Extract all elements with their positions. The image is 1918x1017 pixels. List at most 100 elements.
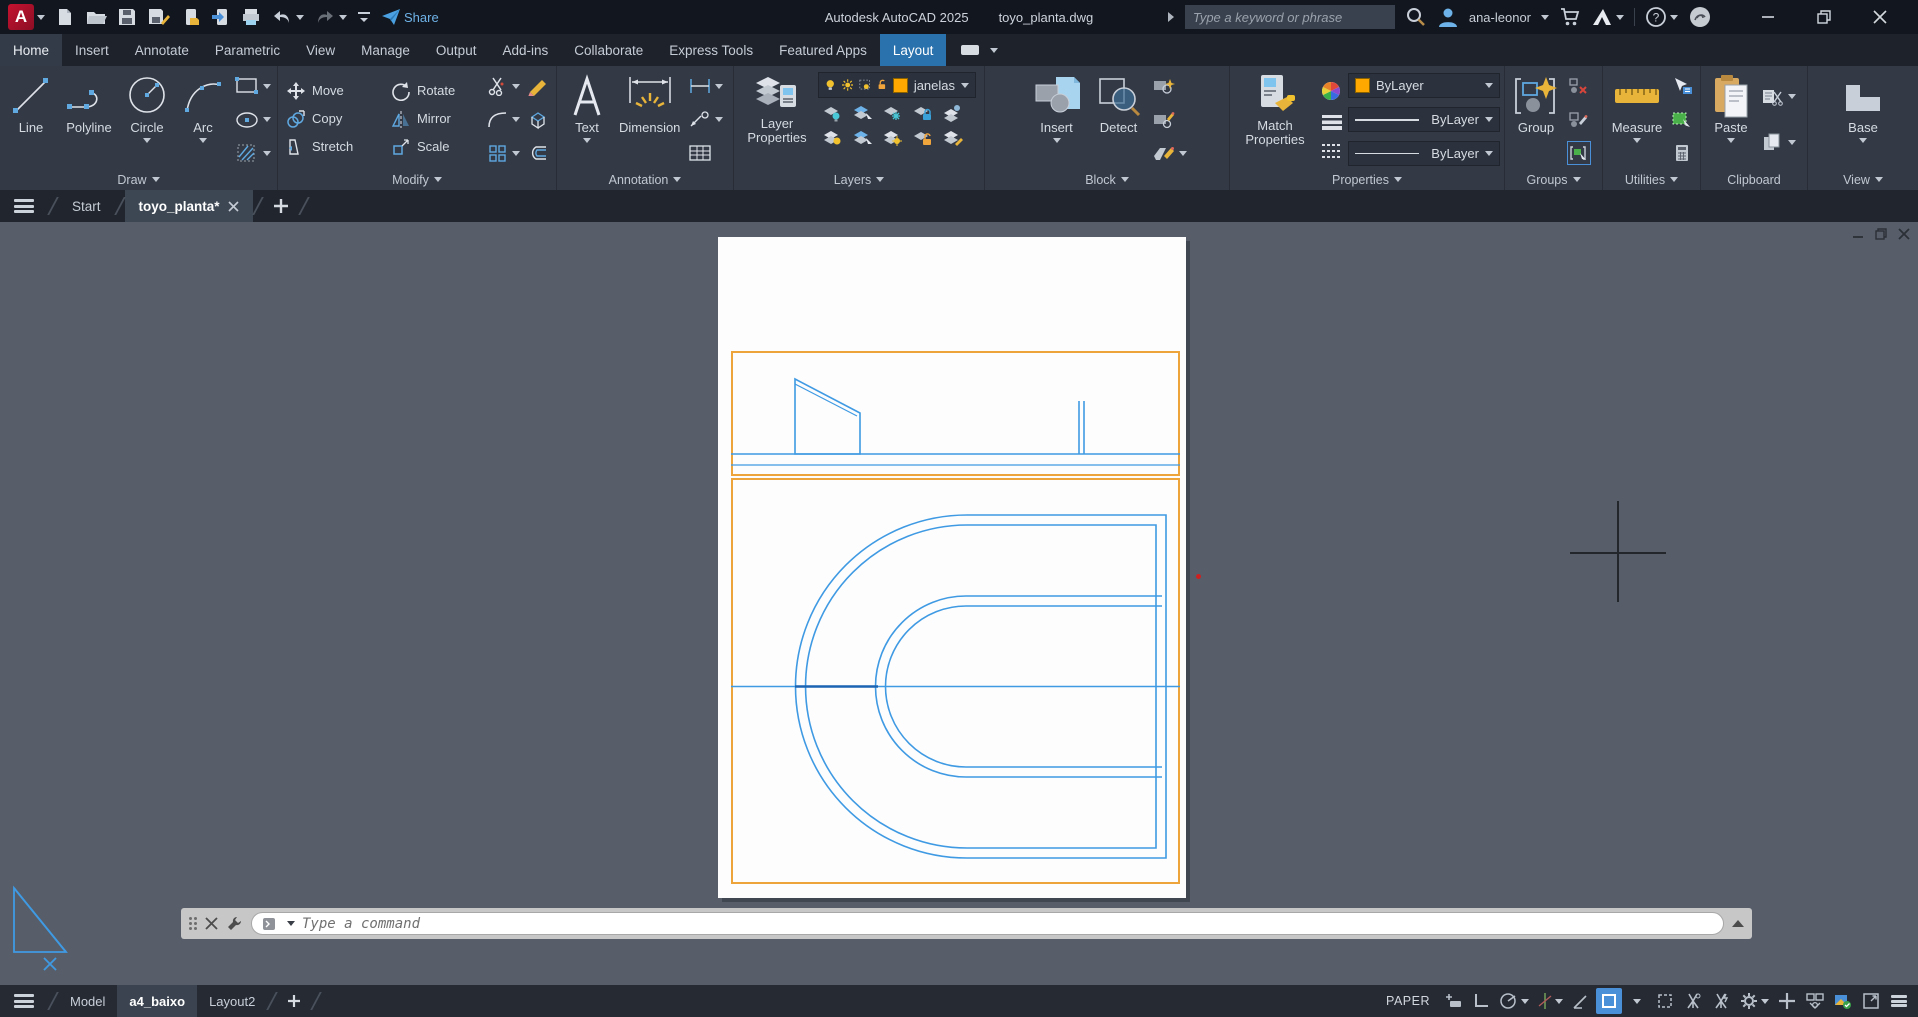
select-similar-button[interactable] <box>1671 108 1693 132</box>
chevron-down-icon[interactable] <box>1541 15 1549 20</box>
app-menu-button[interactable]: A <box>8 4 45 30</box>
model-tab[interactable]: Model <box>58 985 117 1017</box>
restore-button[interactable] <box>1796 0 1852 34</box>
tab-output[interactable]: Output <box>423 34 490 66</box>
explode-button[interactable] <box>526 108 550 132</box>
annotation-visibility-toggle[interactable] <box>1680 988 1706 1014</box>
layer-freeze-button[interactable] <box>882 104 904 122</box>
layer-unlock-button[interactable] <box>912 129 934 147</box>
doc-close-button[interactable] <box>1897 228 1910 240</box>
ortho-mode-toggle[interactable] <box>1468 988 1494 1014</box>
rectangle-button[interactable] <box>234 74 271 98</box>
ungroup-button[interactable] <box>1567 74 1591 98</box>
search-icon[interactable] <box>1405 6 1427 28</box>
open-file-button[interactable] <box>85 7 107 27</box>
drawing-canvas[interactable]: Type a command <box>0 222 1918 985</box>
panel-label-block[interactable]: Block <box>985 169 1229 190</box>
leader-button[interactable] <box>688 108 723 132</box>
detect-button[interactable]: Detect <box>1090 70 1148 169</box>
isolate-objects-button[interactable] <box>1802 988 1828 1014</box>
array-button[interactable] <box>487 141 520 165</box>
layer-match-layer-button[interactable] <box>942 129 964 147</box>
layer-make-current-button[interactable] <box>852 104 874 122</box>
object-snap-tracking-toggle[interactable] <box>1568 988 1594 1014</box>
clean-screen-button[interactable] <box>1858 988 1884 1014</box>
arc-button[interactable]: Arc <box>176 70 230 169</box>
layer-isolate-button[interactable] <box>852 129 874 147</box>
lineweight-icon[interactable] <box>1320 114 1344 130</box>
cart-icon[interactable] <box>1559 7 1581 27</box>
new-drawing-tab-button[interactable] <box>263 198 299 214</box>
tab-parametric[interactable]: Parametric <box>202 34 293 66</box>
copy-clip-button[interactable] <box>1761 130 1796 154</box>
doc-minimize-button[interactable] <box>1851 228 1864 240</box>
workspace-switching-button[interactable] <box>1774 988 1800 1014</box>
doc-restore-button[interactable] <box>1874 228 1887 240</box>
panel-label-clipboard[interactable]: Clipboard <box>1701 169 1807 190</box>
tab-manage[interactable]: Manage <box>348 34 423 66</box>
save-as-button[interactable] <box>147 7 171 27</box>
quick-select-button[interactable] <box>1671 74 1693 98</box>
polyline-button[interactable]: Polyline <box>60 70 118 169</box>
object-snap-flyout[interactable] <box>1624 988 1650 1014</box>
new-layout-button[interactable] <box>277 994 311 1008</box>
customization-button[interactable] <box>1886 988 1912 1014</box>
tab-insert[interactable]: Insert <box>62 34 122 66</box>
new-file-button[interactable] <box>55 7 75 27</box>
color-wheel-icon[interactable] <box>1320 80 1344 102</box>
base-button[interactable]: Base <box>1836 70 1890 169</box>
lineweight-combo[interactable]: ByLayer <box>1348 107 1500 132</box>
fillet-button[interactable] <box>487 108 520 132</box>
move-button[interactable]: Move <box>282 78 381 104</box>
linear-dimension-button[interactable] <box>688 74 723 98</box>
hatch-button[interactable] <box>234 141 271 165</box>
tab-add-ins[interactable]: Add-ins <box>489 34 561 66</box>
tab-home[interactable]: Home <box>0 34 62 66</box>
annotation-scale-button[interactable] <box>1736 988 1772 1014</box>
group-edit-button[interactable] <box>1567 108 1591 132</box>
layer-thaw-button[interactable] <box>882 129 904 147</box>
panel-label-modify[interactable]: Modify <box>278 169 556 190</box>
trim-button[interactable] <box>487 74 520 98</box>
isodraft-toggle[interactable] <box>1534 988 1566 1014</box>
panel-label-properties[interactable]: Properties <box>1230 169 1504 190</box>
save-to-mobile-button[interactable] <box>211 7 231 27</box>
insert-button[interactable]: Insert <box>1026 70 1088 169</box>
tab-featured-apps[interactable]: Featured Apps <box>766 34 880 66</box>
quick-calculator-button[interactable] <box>1671 141 1693 165</box>
undo-button[interactable] <box>271 8 304 26</box>
panel-label-utilities[interactable]: Utilities <box>1603 169 1700 190</box>
object-snap-toggle[interactable] <box>1596 988 1622 1014</box>
file-tabs-menu-button[interactable] <box>0 199 48 213</box>
tab-collaborate[interactable]: Collaborate <box>561 34 656 66</box>
layer-lock-button[interactable] <box>912 104 934 122</box>
edit-attributes-button[interactable] <box>1152 141 1187 165</box>
text-button[interactable]: Text <box>561 70 613 169</box>
ribbon-display-options-button[interactable] <box>960 34 998 66</box>
save-button[interactable] <box>117 7 137 27</box>
layout-tabs-menu-button[interactable] <box>0 994 48 1008</box>
search-input[interactable]: Type a keyword or phrase <box>1185 5 1395 29</box>
layer-select-combo[interactable]: janelas <box>818 72 976 98</box>
selection-cycling-toggle[interactable] <box>1652 988 1678 1014</box>
open-from-mobile-button[interactable] <box>181 7 201 27</box>
annotation-autoscale-toggle[interactable] <box>1708 988 1734 1014</box>
edit-block-button[interactable] <box>1152 108 1187 132</box>
graphics-performance-button[interactable] <box>1830 988 1856 1014</box>
offset-button[interactable] <box>526 141 550 165</box>
erase-button[interactable] <box>526 74 550 98</box>
command-close-icon[interactable] <box>205 917 218 930</box>
polar-tracking-toggle[interactable] <box>1496 988 1532 1014</box>
layout-tab-layout2[interactable]: Layout2 <box>197 985 267 1017</box>
table-button[interactable] <box>688 141 723 165</box>
tab-layout[interactable]: Layout <box>880 34 947 66</box>
panel-label-groups[interactable]: Groups <box>1505 169 1602 190</box>
scale-button[interactable]: Scale <box>387 134 483 160</box>
panel-label-view[interactable]: View <box>1808 169 1918 190</box>
user-avatar-icon[interactable] <box>1437 6 1459 28</box>
panel-label-draw[interactable]: Draw <box>0 169 277 190</box>
object-color-combo[interactable]: ByLayer <box>1348 73 1500 98</box>
paste-button[interactable]: Paste <box>1705 70 1757 169</box>
stretch-button[interactable]: Stretch <box>282 134 381 160</box>
help-button[interactable]: ? <box>1645 6 1678 28</box>
